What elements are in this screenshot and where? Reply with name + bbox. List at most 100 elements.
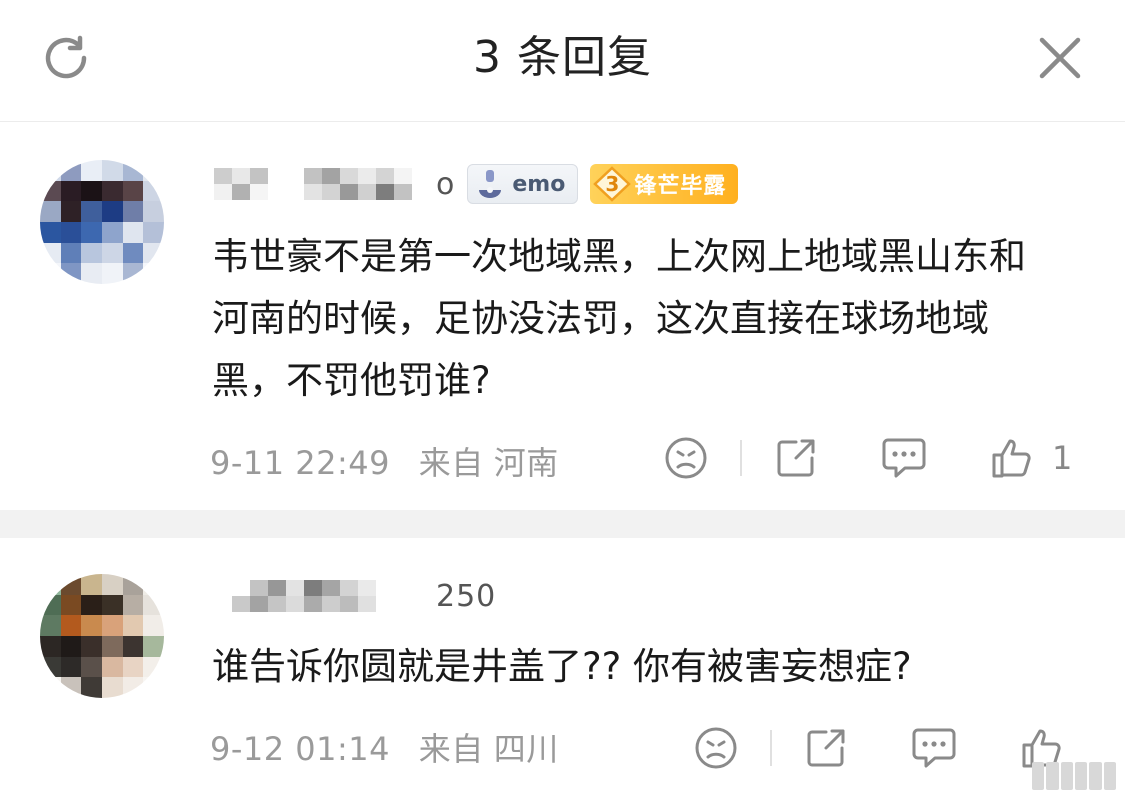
avatar-pixel	[143, 201, 164, 222]
username[interactable]: o emo 3 锋芒毕露	[214, 164, 739, 204]
avatar-pixel	[122, 263, 144, 284]
avatar-pixel	[143, 221, 164, 243]
avatar-pixel	[122, 242, 144, 264]
avatar-pixel	[122, 594, 144, 616]
username-suffix: o	[436, 166, 456, 202]
comment-item: o emo 3 锋芒毕露 韦世豪不是第一次地域黑，上次网上地域黑山东和河南的时候…	[0, 122, 1125, 510]
like-count: 1	[1052, 439, 1073, 477]
avatar-pixel	[101, 594, 123, 616]
close-icon	[1039, 37, 1081, 79]
diamond-icon: 3	[590, 164, 634, 204]
avatar-pixel	[40, 242, 61, 264]
comment-item: 250 谁告诉你圆就是井盖了?? 你有被害妄想症? 9-12 01:14 来自四…	[0, 538, 1125, 802]
close-button[interactable]	[1032, 30, 1088, 86]
avatar-pixel	[143, 615, 164, 636]
avatar-pixel	[143, 594, 164, 616]
avatar-pixel	[81, 594, 102, 616]
dislike-button[interactable]	[662, 434, 710, 482]
comment-bubble-icon	[912, 728, 956, 768]
comment-actions	[692, 724, 1082, 772]
thumbs-up-icon	[992, 439, 1031, 478]
avatar-pixel	[143, 242, 164, 264]
share-button[interactable]	[772, 434, 820, 482]
avatar-pixel	[81, 221, 102, 243]
avatar-pixel	[122, 656, 144, 678]
avatar-pixel	[101, 221, 123, 243]
avatar-pixel	[60, 263, 82, 284]
fan-badge-label: 锋芒毕露	[634, 174, 727, 199]
avatar-pixel	[40, 615, 61, 636]
username[interactable]: 250	[214, 576, 496, 616]
username-blur	[214, 168, 430, 200]
avatar-pixel	[40, 263, 61, 284]
avatar-pixel	[60, 656, 82, 678]
page-title: 3 条回复	[473, 32, 652, 83]
avatar-pixel	[81, 242, 102, 264]
avatar-pixel	[81, 615, 102, 636]
avatar-pixel	[101, 263, 123, 284]
username-blur	[214, 580, 430, 612]
avatar-pixel	[143, 677, 164, 698]
comment-meta: 9-12 01:14 来自 四川	[210, 724, 559, 770]
avatar-pixel	[122, 615, 144, 636]
avatar-pixel	[40, 635, 61, 657]
avatar-pixel	[122, 160, 144, 181]
avatar-mosaic	[40, 574, 164, 698]
frown-face-icon	[695, 727, 737, 769]
reply-button[interactable]	[910, 724, 958, 772]
avatar-pixel	[81, 677, 102, 698]
avatar-pixel	[143, 180, 164, 202]
source-prefix: 来自	[418, 444, 484, 482]
like-button[interactable]	[988, 434, 1036, 482]
source-prefix: 来自	[418, 730, 484, 768]
fan-level-badge[interactable]: 3 锋芒毕露	[590, 164, 739, 204]
avatar-pixel	[40, 221, 61, 243]
avatar-pixel	[122, 221, 144, 243]
avatar[interactable]	[40, 160, 164, 284]
avatar-pixel	[60, 201, 82, 222]
avatar-pixel	[81, 635, 102, 657]
emo-badge[interactable]: emo	[467, 164, 579, 204]
avatar-pixel	[122, 201, 144, 222]
avatar-pixel	[81, 201, 102, 222]
avatar-pixel	[101, 160, 123, 181]
comment-text: 谁告诉你圆就是井盖了?? 你有被害妄想症?	[212, 645, 912, 688]
avatar-pixel	[101, 201, 123, 222]
action-divider	[740, 440, 742, 476]
reply-sheet-header: 3 条回复	[0, 0, 1125, 122]
avatar-pixel	[143, 574, 164, 595]
avatar[interactable]	[40, 574, 164, 698]
comment-text: 韦世豪不是第一次地域黑，上次网上地域黑山东和河南的时候，足协没法罚，这次直接在球…	[212, 235, 1026, 402]
avatar-pixel	[60, 242, 82, 264]
avatar-pixel	[101, 656, 123, 678]
dislike-button[interactable]	[692, 724, 740, 772]
share-button[interactable]	[802, 724, 850, 772]
username-suffix: 250	[436, 578, 497, 614]
avatar-pixel	[60, 221, 82, 243]
avatar-pixel	[81, 180, 102, 202]
avatar-pixel	[101, 574, 123, 595]
avatar-pixel	[122, 574, 144, 595]
comment-time: 9-12 01:14	[210, 730, 391, 768]
comment-bubble-icon	[882, 438, 926, 478]
emo-icon	[468, 164, 512, 204]
comment-location: 河南	[493, 444, 559, 482]
avatar-pixel	[40, 180, 61, 202]
avatar-pixel	[81, 263, 102, 284]
avatar-pixel	[60, 160, 82, 181]
comment-location: 四川	[493, 730, 559, 768]
avatar-pixel	[122, 677, 144, 698]
fan-level-number: 3	[605, 172, 620, 196]
avatar-pixel	[81, 574, 102, 595]
avatar-pixel	[40, 594, 61, 616]
avatar-pixel	[101, 615, 123, 636]
avatar-mosaic	[40, 160, 164, 284]
avatar-pixel	[143, 263, 164, 284]
avatar-pixel	[40, 160, 61, 181]
avatar-pixel	[122, 635, 144, 657]
avatar-pixel	[122, 180, 144, 202]
share-icon	[777, 439, 815, 477]
avatar-pixel	[143, 160, 164, 181]
reply-button[interactable]	[880, 434, 928, 482]
avatar-pixel	[101, 180, 123, 202]
